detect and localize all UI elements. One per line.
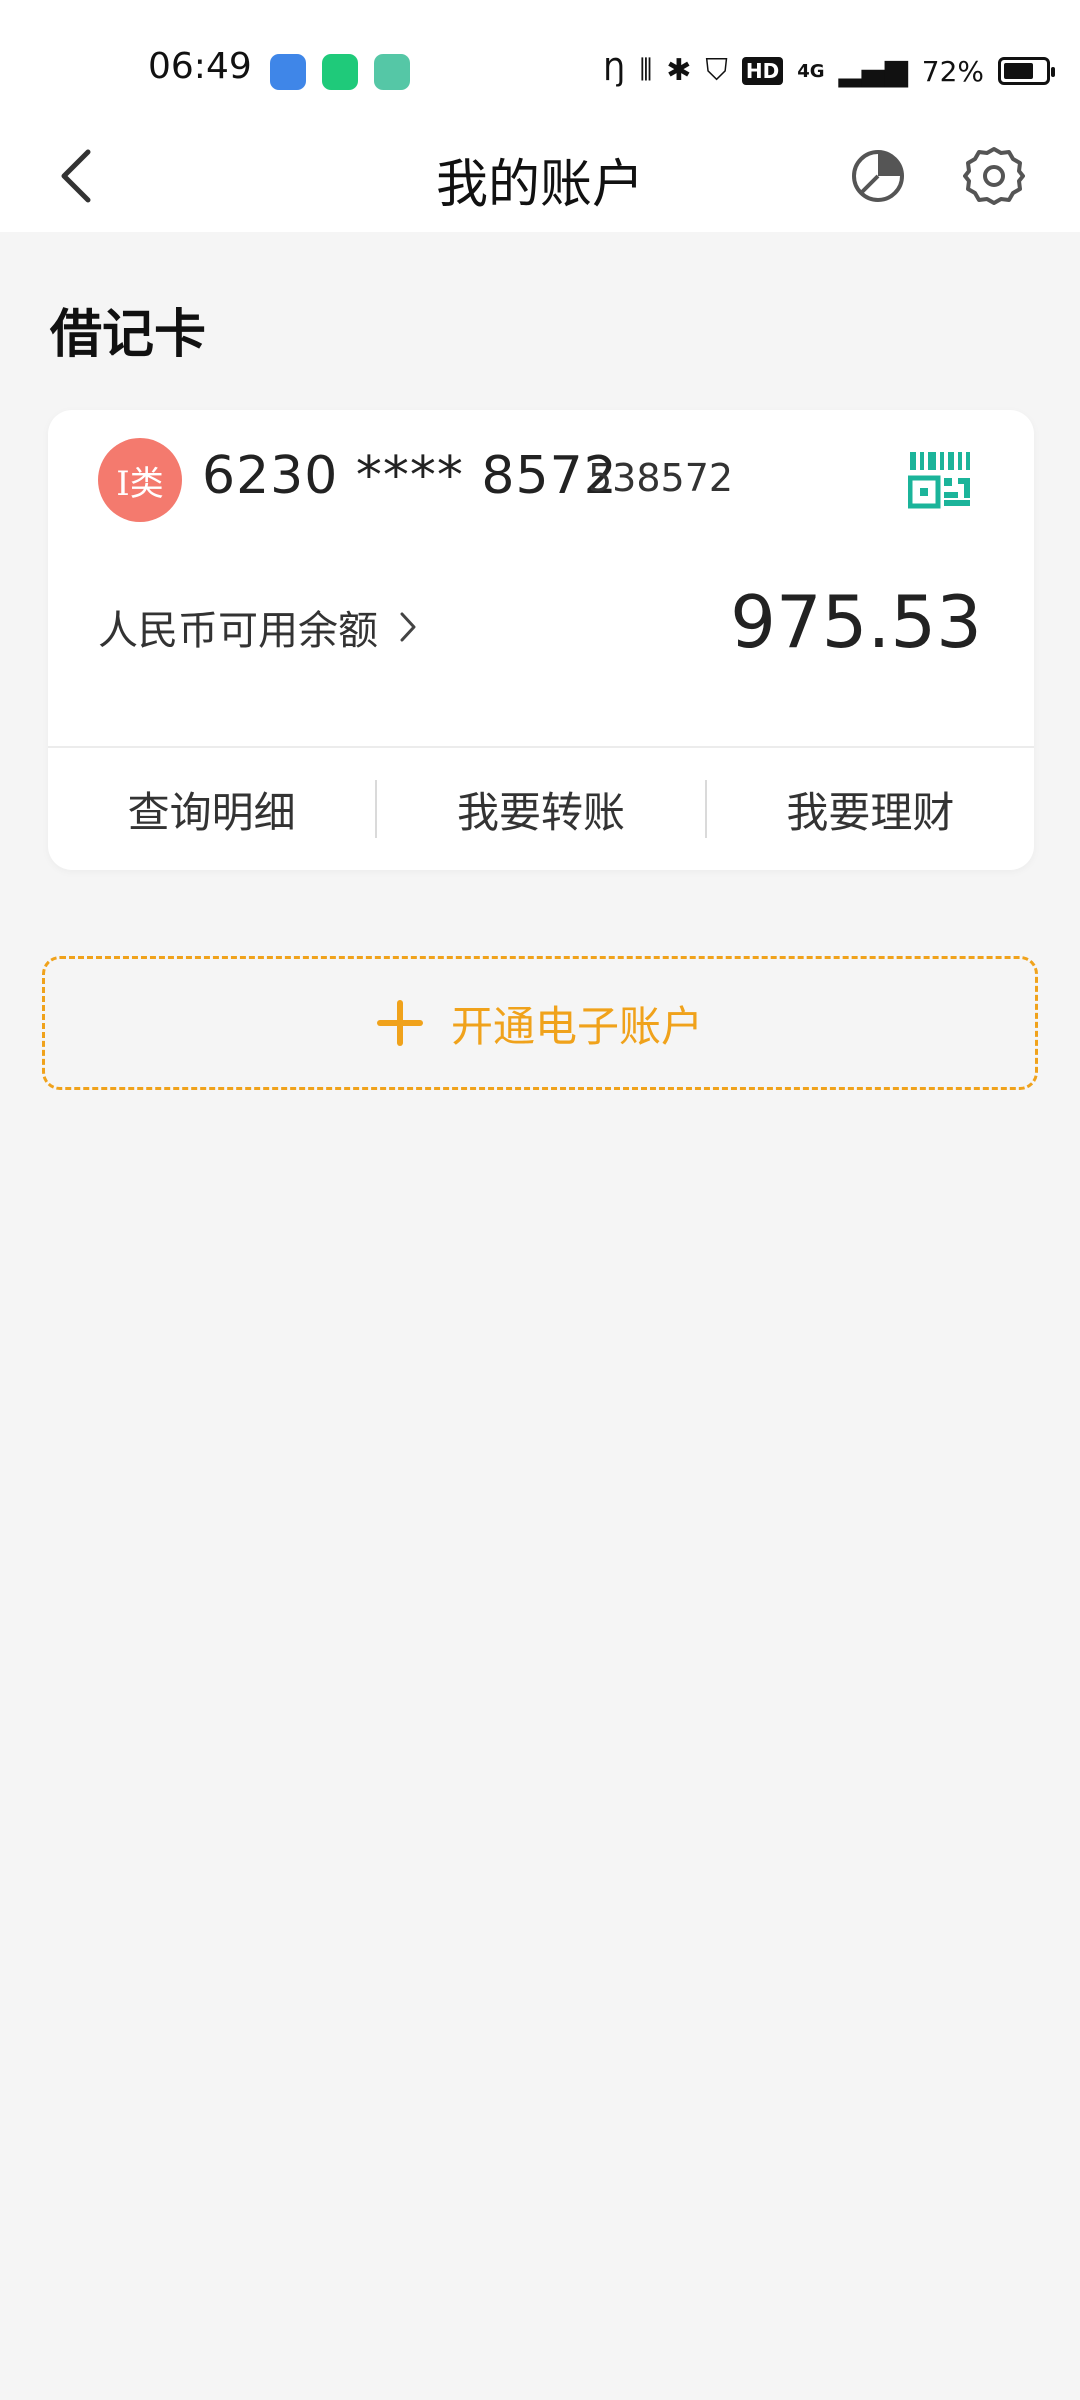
nav-bar: 我的账户 <box>0 120 1080 232</box>
balance-label-link[interactable]: 人民币可用余额 <box>98 598 418 656</box>
qr-code-icon <box>907 452 970 509</box>
status-bar: 06:49 Ŋ ⫴ ✱ ⛉ HD 4G ▂▄▆ 72% <box>0 0 1080 140</box>
transfer-button[interactable]: 我要转账 <box>377 779 704 840</box>
open-electronic-account-button[interactable]: 开通电子账户 <box>42 956 1038 1090</box>
balance-amount: 975.53 <box>730 580 982 664</box>
wealth-management-button[interactable]: 我要理财 <box>707 779 1034 840</box>
gear-icon <box>963 147 1025 205</box>
signal-icon: ▂▄▆ <box>838 53 908 88</box>
nfc-icon: Ŋ <box>603 53 626 88</box>
chevron-right-icon <box>400 612 416 642</box>
card-number: 6230 **** 8572 <box>202 446 618 506</box>
card-class-badge: I类 <box>98 438 182 522</box>
debit-card: I类 6230 **** 8572 538572 人民币可用余额 975.53 <box>48 410 1034 870</box>
settings-button[interactable] <box>958 140 1030 212</box>
hd-icon: HD <box>741 57 784 85</box>
bluetooth-icon: ✱ <box>666 53 692 88</box>
section-title: 借记卡 <box>50 305 207 365</box>
balance-label: 人民币可用余额 <box>98 608 378 654</box>
page-title: 我的账户 <box>435 155 644 215</box>
shield-icon: ⛉ <box>705 53 728 88</box>
card-sub-number: 538572 <box>588 456 734 500</box>
battery-fill <box>1004 63 1033 79</box>
battery-icon <box>998 57 1055 85</box>
open-account-label: 开通电子账户 <box>450 1001 703 1051</box>
query-details-button[interactable]: 查询明细 <box>48 779 375 840</box>
app-icon-green <box>322 54 358 90</box>
status-icons: Ŋ ⫴ ✱ ⛉ HD 4G ▂▄▆ 72% <box>603 46 1055 96</box>
card-actions: 查询明细 我要转账 我要理财 <box>48 748 1034 870</box>
statistics-button[interactable] <box>842 140 914 212</box>
vibrate-icon: ⫴ <box>639 53 653 88</box>
plus-icon <box>376 1000 423 1046</box>
qr-code-button[interactable] <box>907 450 972 510</box>
app-icon-blue <box>270 54 306 90</box>
pie-chart-icon <box>852 150 904 202</box>
app-icon-teal <box>374 54 410 90</box>
status-time: 06:49 <box>148 46 252 87</box>
network-type: 4G <box>797 60 825 82</box>
battery-percent: 72% <box>921 54 984 88</box>
